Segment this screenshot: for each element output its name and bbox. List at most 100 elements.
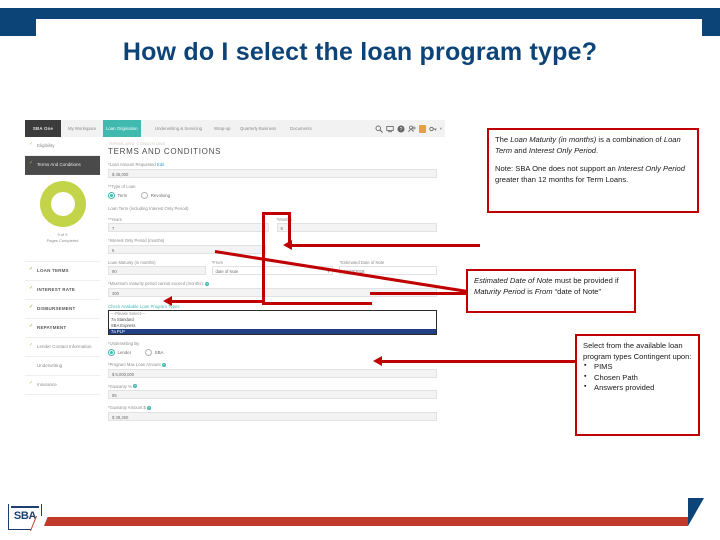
embedded-app-screenshot: SBA One My Workspace Loan Origination Un… xyxy=(25,120,445,485)
radio-lender[interactable]: Lender xyxy=(108,349,131,356)
field-loan-amount-requested: *Loan Amount Requested Edit $ 45,000 xyxy=(108,162,437,178)
sidebar-item-eligibility[interactable]: ✓ Eligibility xyxy=(25,137,100,156)
progress-percent: 100% xyxy=(53,199,72,206)
app-sidebar: ✓ Eligibility ✓ Terms And Conditions 100… xyxy=(25,137,101,485)
sidebar-item-label: Underwriting xyxy=(37,363,63,368)
loan-program-type-listbox[interactable]: ---Please Select--- 7a Standard SBA Expr… xyxy=(108,310,437,335)
program-max-input: $ 5,000,000 xyxy=(108,368,437,378)
list-item: Chosen Path xyxy=(583,372,692,384)
user-caret-icon[interactable]: ▾ xyxy=(440,125,442,133)
emphasis: Estimated Date of Note xyxy=(474,276,553,285)
sidebar-item-interest-rate[interactable]: ✓ INTEREST RATE xyxy=(25,281,100,300)
people-icon[interactable] xyxy=(408,125,416,133)
sidebar-item-loan-terms[interactable]: ✓ LOAN TERMS xyxy=(25,262,100,281)
connector-line xyxy=(262,212,288,215)
connector-line xyxy=(370,292,466,295)
info-icon[interactable]: ? xyxy=(146,405,151,410)
progress-count: 9 of 9 xyxy=(57,232,68,237)
sidebar-item-lender-contact-information[interactable]: ✓ Lender Contact Information xyxy=(25,338,100,357)
field-label: *Loan Amount Requested Edit xyxy=(108,162,437,167)
loan-amount-input[interactable]: $ 45,000 xyxy=(108,168,437,178)
field-months: *Months 6 xyxy=(276,216,437,232)
field-row-years-months: **Years 7 *Months 6 xyxy=(108,216,437,232)
radio-sba[interactable]: SBA xyxy=(145,349,163,356)
nav-item-loan-origination[interactable]: Loan Origination xyxy=(103,120,141,137)
connector-arrowhead xyxy=(283,240,292,250)
field-underwriting-by: *Underwriting By Lender SBA xyxy=(108,341,437,356)
callout-bullet-list: PIMS Chosen Path Answers provided xyxy=(583,361,692,394)
field-label: *Months xyxy=(276,216,292,222)
interest-only-input[interactable]: 6 xyxy=(108,244,266,254)
field-label: *Program Max Loan Amount ? xyxy=(108,362,437,367)
sidebar-item-label: REPAYMENT xyxy=(37,325,67,330)
progress-label: Pages Completed xyxy=(46,238,79,243)
sidebar-item-label: Insurance xyxy=(37,382,57,387)
nav-item-documents[interactable]: Documents xyxy=(287,120,315,137)
progress-caption: 9 of 9 Pages Completed xyxy=(25,232,100,244)
connector-line xyxy=(170,300,265,303)
text: is xyxy=(525,286,535,296)
cart-icon[interactable] xyxy=(386,125,394,133)
radio-icon xyxy=(108,191,115,199)
connector-line xyxy=(290,244,480,247)
guaranty-amount-input: $ 38,250 xyxy=(108,411,437,421)
check-icon: ✓ xyxy=(29,304,34,310)
footer-rule xyxy=(40,517,688,526)
radio-icon xyxy=(141,191,149,199)
months-input[interactable]: 6 xyxy=(276,223,437,232)
field-program-max-loan-amount: *Program Max Loan Amount ? $ 5,000,000 xyxy=(108,362,437,378)
svg-text:?: ? xyxy=(399,127,402,133)
check-icon: ✓ xyxy=(29,285,34,291)
sidebar-item-repayment[interactable]: ✓ REPAYMENT xyxy=(25,319,100,338)
app-square-icon[interactable] xyxy=(418,125,426,133)
sidebar-item-terms-and-conditions[interactable]: ✓ Terms And Conditions xyxy=(25,156,100,175)
check-icon: ✓ xyxy=(29,160,34,166)
callout-loan-maturity: The Loan Maturity (in months) is a combi… xyxy=(487,128,699,213)
nav-item-my-workspace[interactable]: My Workspace xyxy=(65,120,99,137)
connector-arrowhead xyxy=(373,356,382,366)
radio-label: Lender xyxy=(117,350,132,355)
info-icon[interactable]: ? xyxy=(205,281,210,286)
key-icon[interactable] xyxy=(429,125,437,133)
header-accent-left xyxy=(0,8,36,36)
connector-line xyxy=(380,360,575,363)
footer-accent-tail xyxy=(688,498,704,526)
check-icon: ✓ xyxy=(29,342,34,348)
nav-item-quarterly-business[interactable]: Quarterly Business xyxy=(237,120,279,137)
page-title: How do I select the loan program type? xyxy=(122,38,598,66)
app-brand-label: SBA One xyxy=(32,126,54,131)
check-icon: ✓ xyxy=(29,266,34,272)
search-icon[interactable] xyxy=(375,125,383,133)
edit-link[interactable]: Edit xyxy=(157,162,164,167)
info-icon[interactable]: ? xyxy=(132,384,137,389)
info-icon[interactable]: ? xyxy=(161,362,166,367)
emphasis: Interest Only Period xyxy=(528,145,597,155)
field-label: *Underwriting By xyxy=(108,341,140,346)
help-icon[interactable]: ? xyxy=(397,125,405,133)
years-input[interactable]: 7 xyxy=(108,223,269,232)
connector-line xyxy=(262,302,372,305)
emphasis: Maturity Period xyxy=(474,286,526,296)
progress-donut: 100% 9 of 9 Pages Completed xyxy=(25,175,100,262)
nav-item-underwriting-servicing[interactable]: Underwriting & Servicing xyxy=(152,120,205,137)
emphasis: From xyxy=(534,286,553,296)
text: greater than 12 months for Term Loans. xyxy=(495,174,629,184)
field-years: **Years 7 xyxy=(108,217,269,232)
radio-term[interactable]: Term xyxy=(108,191,128,199)
field-guaranty-percent: *Guaranty % ? 85 xyxy=(108,384,437,399)
radio-label: Term xyxy=(117,192,128,198)
callout-paragraph: The Loan Maturity (in months) is a combi… xyxy=(495,135,691,156)
field-row-maturity: Loan Maturity (in months) 90 *From date … xyxy=(108,260,437,276)
program-option-7a-plp[interactable]: 7a PLP xyxy=(109,329,436,334)
sidebar-item-underwriting[interactable]: Underwriting xyxy=(25,357,100,376)
field-label: Loan Maturity (in months) xyxy=(108,259,156,265)
radio-label: SBA xyxy=(154,350,164,355)
check-icon: ✓ xyxy=(29,141,34,147)
guaranty-percent-input: 85 xyxy=(108,390,437,399)
sidebar-item-insurance[interactable]: ✓ Insurance xyxy=(25,376,100,395)
sidebar-item-disbursement[interactable]: ✓ DISBURSEMENT xyxy=(25,300,100,319)
nav-item-wrap-up[interactable]: Wrap-up xyxy=(211,120,233,137)
radio-revolving[interactable]: Revolving xyxy=(141,191,170,199)
type-of-loan-radio-group: Term Revolving xyxy=(108,191,437,199)
field-label: *Maximum maturity period cannot exceed (… xyxy=(108,281,437,286)
